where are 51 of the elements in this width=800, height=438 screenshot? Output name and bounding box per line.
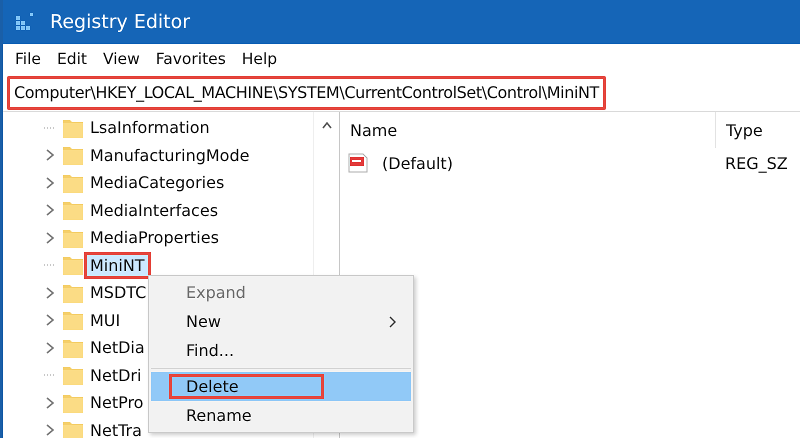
menu-item[interactable]: View [96,50,146,68]
folder-icon [63,310,83,330]
context-menu-item[interactable]: Find... [151,336,411,365]
context-menu-item[interactable]: New [151,307,411,336]
expand-chevron-icon[interactable] [45,314,55,326]
registry-icon [16,13,36,31]
menu-item[interactable]: Favorites [150,50,232,68]
expand-chevron-icon[interactable] [45,232,55,244]
address-field[interactable]: Computer\HKEY_LOCAL_MACHINE\SYSTEM\CurrentControlSet\Control\MiniNT [7,76,606,110]
expand-chevron-icon[interactable] [45,176,55,189]
folder-icon [63,338,83,358]
expand-chevron-icon[interactable] [45,204,55,216]
menu-item[interactable]: Edit [50,50,93,68]
tree-item[interactable]: MediaInterfaces [87,200,222,221]
window-title: Registry Editor [50,11,190,33]
table-cell-text: REG_SZ [724,154,789,172]
folder-icon [63,392,83,413]
string-value-icon [348,153,368,173]
table-cell-text: (Default) [381,154,453,172]
tree-item[interactable]: MediaCategories [87,172,228,194]
tree-item[interactable]: LsaInformation [87,117,213,138]
expand-chevron-icon[interactable] [45,396,55,409]
tree-item[interactable]: NetDia [87,337,148,358]
tree-item[interactable]: NetTra [87,420,145,438]
folder-icon [63,200,83,220]
folder-icon [63,420,83,438]
tree-item[interactable]: MUI [87,310,124,331]
expand-chevron-icon[interactable] [45,149,55,162]
expand-chevron-icon[interactable] [45,424,55,436]
context-menu-item[interactable]: Delete [151,372,411,401]
folder-icon [63,365,83,386]
tree-item[interactable]: MSDTC [87,282,150,304]
menu-item[interactable]: File [9,50,47,68]
expand-chevron-icon[interactable] [45,342,55,354]
tree-item[interactable]: ManufacturingMode [87,144,252,166]
submenu-chevron-icon [389,316,397,328]
folder-icon [63,228,83,248]
tree-item[interactable]: MediaProperties [87,227,222,248]
folder-icon [63,118,83,138]
column-header[interactable]: Type [715,112,800,148]
tree-item[interactable]: NetDri [87,364,144,386]
folder-icon [63,145,83,166]
column-header[interactable]: Name [340,112,715,148]
folder-icon [63,172,83,193]
context-menu-item[interactable]: Rename [151,401,411,430]
menu-item[interactable]: Help [236,50,284,68]
folder-icon [63,282,83,303]
tree-item[interactable]: NetPro [87,392,146,414]
folder-icon [63,255,83,276]
tree-item[interactable]: MiniNT [87,254,148,276]
expand-chevron-icon[interactable] [45,286,55,299]
